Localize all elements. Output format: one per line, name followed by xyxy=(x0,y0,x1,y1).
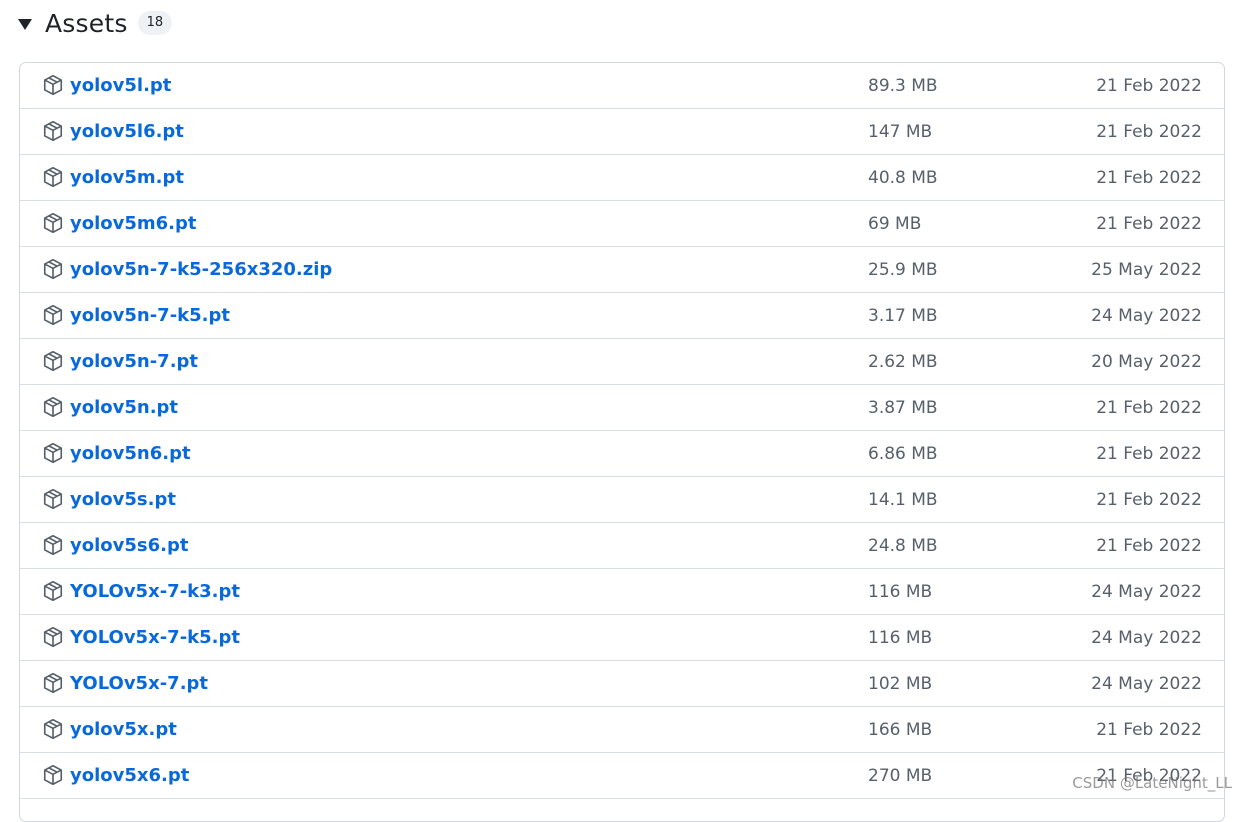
asset-size: 116 MB xyxy=(868,628,932,648)
asset-date: 21 Feb 2022 xyxy=(1096,720,1202,740)
asset-link[interactable]: yolov5l.pt xyxy=(70,75,171,96)
package-icon xyxy=(42,120,64,142)
asset-date: 21 Feb 2022 xyxy=(1096,214,1202,234)
package-icon xyxy=(42,672,64,694)
asset-size: 116 MB xyxy=(868,582,932,602)
package-icon xyxy=(42,212,64,234)
asset-date: 25 May 2022 xyxy=(1091,260,1202,280)
asset-row: yolov5n-7.pt 2.62 MB 20 May 2022 xyxy=(20,339,1224,385)
asset-row: yolov5x.pt 166 MB 21 Feb 2022 xyxy=(20,707,1224,753)
asset-size: 25.9 MB xyxy=(868,260,938,280)
asset-row: YOLOv5x-7-k5.pt 116 MB 24 May 2022 xyxy=(20,615,1224,661)
asset-date: 24 May 2022 xyxy=(1091,628,1202,648)
asset-link[interactable]: yolov5n.pt xyxy=(70,397,178,418)
asset-row: yolov5l.pt 89.3 MB 21 Feb 2022 xyxy=(20,63,1224,109)
asset-size: 166 MB xyxy=(868,720,932,740)
asset-link[interactable]: yolov5n-7.pt xyxy=(70,351,198,372)
package-icon xyxy=(42,626,64,648)
asset-row: yolov5m6.pt 69 MB 21 Feb 2022 xyxy=(20,201,1224,247)
asset-date: 24 May 2022 xyxy=(1091,306,1202,326)
asset-date: 24 May 2022 xyxy=(1091,582,1202,602)
package-icon xyxy=(42,166,64,188)
asset-size: 6.86 MB xyxy=(868,444,938,464)
asset-size: 102 MB xyxy=(868,674,932,694)
asset-link[interactable]: yolov5x6.pt xyxy=(70,765,189,786)
asset-size: 24.8 MB xyxy=(868,536,938,556)
package-icon xyxy=(42,764,64,786)
asset-size: 2.62 MB xyxy=(868,352,938,372)
asset-row: yolov5m.pt 40.8 MB 21 Feb 2022 xyxy=(20,155,1224,201)
asset-link[interactable]: YOLOv5x-7.pt xyxy=(70,673,208,694)
asset-link[interactable]: yolov5s6.pt xyxy=(70,535,188,556)
assets-header: Assets 18 xyxy=(18,4,172,42)
asset-row: YOLOv5x-7.pt 102 MB 24 May 2022 xyxy=(20,661,1224,707)
asset-row: yolov5s.pt 14.1 MB 21 Feb 2022 xyxy=(20,477,1224,523)
package-icon xyxy=(42,258,64,280)
asset-row: YOLOv5x-7-k3.pt 116 MB 24 May 2022 xyxy=(20,569,1224,615)
asset-date: 21 Feb 2022 xyxy=(1096,398,1202,418)
package-icon xyxy=(42,350,64,372)
asset-link[interactable]: yolov5m.pt xyxy=(70,167,184,188)
asset-link[interactable]: yolov5n6.pt xyxy=(70,443,191,464)
asset-date: 21 Feb 2022 xyxy=(1096,444,1202,464)
asset-link[interactable]: yolov5s.pt xyxy=(70,489,176,510)
asset-date: 21 Feb 2022 xyxy=(1096,122,1202,142)
asset-link[interactable]: yolov5n-7-k5-256x320.zip xyxy=(70,259,332,280)
assets-title: Assets xyxy=(45,9,128,38)
asset-link[interactable]: yolov5l6.pt xyxy=(70,121,184,142)
package-icon xyxy=(42,304,64,326)
asset-link[interactable]: YOLOv5x-7-k3.pt xyxy=(70,581,240,602)
asset-date: 20 May 2022 xyxy=(1091,352,1202,372)
asset-date: 21 Feb 2022 xyxy=(1096,76,1202,96)
package-icon xyxy=(42,534,64,556)
package-icon xyxy=(42,74,64,96)
assets-count-badge: 18 xyxy=(138,11,173,35)
asset-row: yolov5s6.pt 24.8 MB 21 Feb 2022 xyxy=(20,523,1224,569)
asset-link[interactable]: yolov5m6.pt xyxy=(70,213,197,234)
package-icon xyxy=(42,396,64,418)
asset-row: yolov5n-7-k5.pt 3.17 MB 24 May 2022 xyxy=(20,293,1224,339)
asset-date: 21 Feb 2022 xyxy=(1096,168,1202,188)
asset-size: 89.3 MB xyxy=(868,76,938,96)
package-icon xyxy=(42,580,64,602)
asset-link[interactable]: YOLOv5x-7-k5.pt xyxy=(70,627,240,648)
assets-list: yolov5l.pt 89.3 MB 21 Feb 2022 yolov5l6.pt 1… xyxy=(19,62,1225,822)
asset-size: 69 MB xyxy=(868,214,921,234)
asset-date: 24 May 2022 xyxy=(1091,674,1202,694)
asset-date: 21 Feb 2022 xyxy=(1096,490,1202,510)
asset-row: yolov5x6.pt270 MB21 Feb 2022 xyxy=(20,753,1224,799)
asset-row: yolov5n-7-k5-256x320.zip 25.9 MB 25 May 20… xyxy=(20,247,1224,293)
asset-size: 147 MB xyxy=(868,122,932,142)
asset-size: 40.8 MB xyxy=(868,168,938,188)
asset-link[interactable]: yolov5x.pt xyxy=(70,719,177,740)
asset-size: 3.17 MB xyxy=(868,306,938,326)
asset-row: yolov5l6.pt 147 MB 21 Feb 2022 xyxy=(20,109,1224,155)
asset-size: 14.1 MB xyxy=(868,490,938,510)
asset-row: yolov5n6.pt 6.86 MB 21 Feb 2022 xyxy=(20,431,1224,477)
asset-row: yolov5n.pt 3.87 MB 21 Feb 2022 xyxy=(20,385,1224,431)
caret-down-icon[interactable] xyxy=(18,19,32,30)
asset-size: 3.87 MB xyxy=(868,398,938,418)
package-icon xyxy=(42,442,64,464)
asset-link[interactable]: yolov5n-7-k5.pt xyxy=(70,305,230,326)
asset-size: 270 MB xyxy=(868,766,932,786)
package-icon xyxy=(42,718,64,740)
asset-date: 21 Feb 2022 xyxy=(1096,536,1202,556)
watermark: CSDN @LateNight_LL xyxy=(1072,774,1232,792)
package-icon xyxy=(42,488,64,510)
